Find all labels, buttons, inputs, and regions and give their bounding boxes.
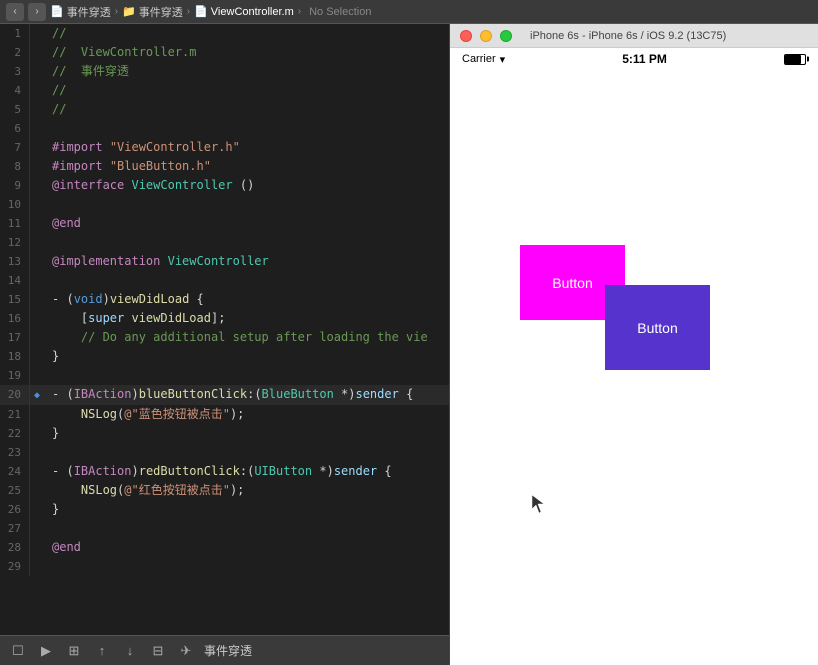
table-row: 20 ◆ - (IBAction)blueButtonClick:(BlueBu… (0, 385, 449, 405)
table-row: 27 (0, 519, 449, 538)
code-editor[interactable]: 1 // 2 // ViewController.m 3 // 事件穿透 (0, 24, 450, 665)
table-row: 3 // 事件穿透 (0, 62, 449, 81)
table-row: 7 #import "ViewController.h" (0, 138, 449, 157)
status-left: Carrier ▾ (462, 53, 505, 66)
breadcrumb-folder1[interactable]: 📄 事件穿透 (50, 4, 111, 20)
table-row: 14 (0, 271, 449, 290)
upload-icon[interactable]: ↑ (92, 641, 112, 661)
folder1-icon: 📄 (50, 5, 64, 18)
send-icon[interactable]: ✈ (176, 641, 196, 661)
folder2-label: 事件穿透 (139, 4, 183, 20)
table-row: 18 } (0, 347, 449, 366)
play-icon[interactable]: ▶ (36, 641, 56, 661)
table-row: 9 @interface ViewController () (0, 176, 449, 195)
grid-icon[interactable]: ⊞ (64, 641, 84, 661)
status-bar: Carrier ▾ 5:11 PM (450, 48, 818, 70)
battery-fill (785, 55, 801, 64)
download-icon[interactable]: ↓ (120, 641, 140, 661)
simulator-titlebar: iPhone 6s - iPhone 6s / iOS 9.2 (13C75) (450, 24, 818, 48)
blue-button[interactable]: Button (605, 285, 710, 370)
columns-icon[interactable]: ⊟ (148, 641, 168, 661)
close-button[interactable] (460, 30, 472, 42)
code-area[interactable]: 1 // 2 // ViewController.m 3 // 事件穿透 (0, 24, 449, 635)
folder1-label: 事件穿透 (67, 4, 111, 20)
app-content: Button Button (450, 70, 818, 665)
table-row: 24 - (IBAction)redButtonClick:(UIButton … (0, 462, 449, 481)
code-lines: 1 // 2 // ViewController.m 3 // 事件穿透 (0, 24, 449, 576)
device-label: iPhone 6s - iPhone 6s / iOS 9.2 (13C75) (530, 30, 726, 42)
wifi-icon: ▾ (500, 53, 506, 66)
no-selection-label: No Selection (309, 6, 371, 18)
nav-forward-button[interactable]: › (28, 3, 46, 21)
table-row: 26 } (0, 500, 449, 519)
minimize-button[interactable] (480, 30, 492, 42)
table-row: 28 @end (0, 538, 449, 557)
table-row: 11 @end (0, 214, 449, 233)
table-row: 29 (0, 557, 449, 576)
table-row: 21 NSLog(@"蓝色按钮被点击"); (0, 405, 449, 424)
phone-screen: Carrier ▾ 5:11 PM Button Button (450, 48, 818, 665)
folder2-icon: 📁 (122, 5, 136, 18)
table-row: 6 (0, 119, 449, 138)
table-row: 23 (0, 443, 449, 462)
carrier-label: Carrier (462, 53, 496, 65)
breadcrumb-file[interactable]: 📄 ViewController.m (194, 5, 294, 18)
table-row: 4 // (0, 81, 449, 100)
table-row: 1 // (0, 24, 449, 43)
simulator-panel: iPhone 6s - iPhone 6s / iOS 9.2 (13C75) … (450, 24, 818, 665)
main-content: 1 // 2 // ViewController.m 3 // 事件穿透 (0, 24, 818, 665)
table-row: 8 #import "BlueButton.h" (0, 157, 449, 176)
magenta-button-label: Button (552, 275, 592, 291)
cursor (532, 495, 548, 520)
table-row: 15 - (void)viewDidLoad { (0, 290, 449, 309)
nav-back-button[interactable]: ‹ (6, 3, 24, 21)
toolbar-project-label: 事件穿透 (204, 642, 252, 659)
time-label: 5:11 PM (622, 52, 667, 66)
table-row: 13 @implementation ViewController (0, 252, 449, 271)
status-right (784, 54, 806, 65)
blue-button-label: Button (637, 320, 677, 336)
table-row: 10 (0, 195, 449, 214)
battery-icon (784, 54, 806, 65)
breadcrumb-folder2[interactable]: 📁 事件穿透 (122, 4, 183, 20)
message-icon[interactable]: ☐ (8, 641, 28, 661)
table-row: 25 NSLog(@"红色按钮被点击"); (0, 481, 449, 500)
top-nav-bar: ‹ › 📄 事件穿透 › 📁 事件穿透 › 📄 ViewController.m… (0, 0, 818, 24)
table-row: 22 } (0, 424, 449, 443)
file-icon: 📄 (194, 5, 208, 18)
file-label: ViewController.m (211, 6, 294, 18)
table-row: 5 // (0, 100, 449, 119)
table-row: 12 (0, 233, 449, 252)
table-row: 19 (0, 366, 449, 385)
table-row: 2 // ViewController.m (0, 43, 449, 62)
table-row: 17 // Do any additional setup after load… (0, 328, 449, 347)
maximize-button[interactable] (500, 30, 512, 42)
table-row: 16 [super viewDidLoad]; (0, 309, 449, 328)
bottom-toolbar: ☐ ▶ ⊞ ↑ ↓ ⊟ ✈ 事件穿透 (0, 635, 449, 665)
